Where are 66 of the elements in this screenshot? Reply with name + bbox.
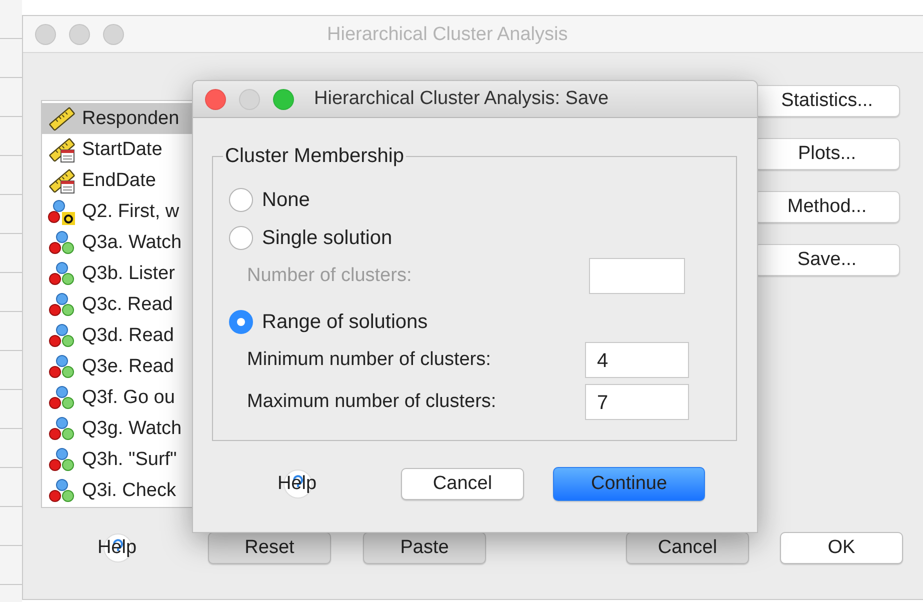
variable-item[interactable]: Q3i. Check [42,475,195,506]
window-title: Hierarchical Cluster Analysis [327,24,568,46]
radio-button[interactable] [229,188,253,212]
variable-label: Q3f. Go ou [82,386,175,408]
close-button[interactable] [205,88,226,110]
variable-label: Q3e. Read [82,356,174,378]
minimize-button[interactable] [239,88,260,110]
group-title: Cluster Membership [224,145,405,168]
variable-label: StartDate [82,138,162,160]
variable-item[interactable]: Q3g. Watch [42,413,195,444]
minimize-button[interactable] [69,24,90,44]
variable-label: Q3b. Lister [82,262,175,284]
variable-item[interactable]: Q3e. Read [42,351,195,382]
dialog-button[interactable]: Cancel [626,532,749,564]
variable-label: Q3g. Watch [82,418,182,440]
nominal-string-icon [48,198,76,224]
dialog-button[interactable]: Cancel [401,468,524,500]
continue-button[interactable]: Continue [553,467,705,501]
field-label: Number of clusters: [247,264,413,286]
variable-item[interactable]: Q3f. Go ou [42,382,195,413]
variable-item[interactable]: Q3a. Watch [42,227,195,258]
radio-label: Single solution [262,226,392,250]
nominal-icon [48,384,76,410]
variable-label: Q3d. Read [82,324,174,346]
nominal-icon [48,416,76,442]
variable-item[interactable]: Q3c. Read [42,289,195,320]
nominal-icon [48,292,76,318]
help-button[interactable]: Help [91,532,143,564]
input-field[interactable]: 4 [585,342,689,378]
zoom-button[interactable] [103,24,124,44]
variable-item[interactable]: EndDate [42,165,195,196]
nominal-icon [48,446,76,472]
variable-item[interactable]: Q3d. Read [42,320,195,351]
close-button[interactable] [35,24,56,44]
nominal-icon [48,260,76,286]
variable-label: Responden [82,108,180,130]
ruler-calendar-icon [48,136,76,162]
input-field[interactable]: 7 [585,384,689,420]
variable-item[interactable]: Q3b. Lister [42,258,195,289]
variable-label: Q3i. Check [82,480,176,502]
dialog-button[interactable]: Paste [363,532,486,564]
variable-label: Q2. First, w [82,200,180,222]
radio-label: None [262,188,310,212]
variable-item[interactable]: Q2. First, w [42,196,195,227]
dialog-button[interactable]: OK [780,532,903,564]
field-label: Minimum number of clusters: [247,348,492,370]
nominal-icon [48,478,76,504]
nominal-icon [48,230,76,256]
field-label: Maximum number of clusters: [247,390,498,412]
variable-item[interactable]: Responden [42,103,195,134]
zoom-button[interactable] [273,88,294,110]
radio-button[interactable] [229,226,253,250]
variable-label: Q3a. Watch [82,232,182,254]
help-button[interactable]: Help [271,468,323,500]
variable-label: Q3c. Read [82,294,173,316]
radio-label: Range of solutions [262,310,428,334]
dialog-title: Hierarchical Cluster Analysis: Save [314,88,609,110]
variable-label: EndDate [82,170,156,192]
nominal-icon [48,354,76,380]
radio-button[interactable] [229,310,253,334]
variable-item[interactable]: Q3h. "Surf" [42,444,195,475]
variable-label: Q3h. "Surf" [82,448,177,470]
variable-item[interactable]: StartDate [42,134,195,165]
input-field[interactable] [589,258,685,294]
nominal-icon [48,322,76,348]
dialog-button[interactable]: Reset [208,532,331,564]
